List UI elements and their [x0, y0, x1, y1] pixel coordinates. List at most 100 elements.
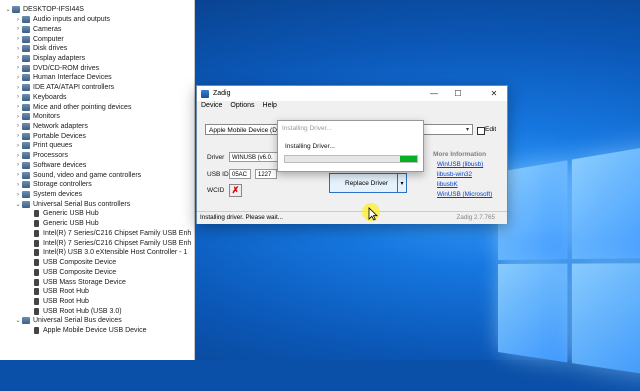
hid-icon — [22, 74, 30, 82]
tree-item[interactable]: › Mice and other pointing devices — [14, 102, 131, 112]
menu-device[interactable]: Device — [197, 101, 226, 113]
install-progress-fill — [399, 156, 417, 162]
expand-chevron-icon[interactable]: › — [14, 85, 22, 91]
tree-item[interactable]: Intel(R) 7 Series/C216 Chipset Family US… — [24, 229, 191, 239]
tree-item[interactable]: USB Root Hub (USB 3.0) — [24, 306, 122, 316]
tree-item[interactable]: Generic USB Hub — [24, 219, 99, 229]
tree-item[interactable]: Intel(R) USB 3.0 eXtensible Host Control… — [24, 248, 187, 258]
link-libusb-win32[interactable]: libusb-win32 — [437, 171, 472, 178]
expand-chevron-icon[interactable]: › — [14, 172, 22, 178]
expand-chevron-icon[interactable]: › — [14, 36, 22, 42]
tree-item-label: IDE ATA/ATAPI controllers — [33, 84, 115, 92]
tree-item-label: Software devices — [33, 161, 87, 169]
usb-icon — [34, 239, 39, 247]
edit-checkbox[interactable] — [477, 127, 485, 135]
expand-chevron-icon[interactable]: › — [14, 133, 22, 139]
expand-chevron-icon[interactable]: › — [14, 104, 22, 110]
tree-item[interactable]: Generic USB Hub — [24, 209, 99, 219]
tree-item[interactable]: › Monitors — [14, 112, 60, 122]
tree-item[interactable]: › Software devices — [14, 161, 86, 171]
tree-item[interactable]: Intel(R) 7 Series/C216 Chipset Family US… — [24, 238, 191, 248]
tree-item[interactable]: USB Mass Storage Device — [24, 277, 126, 287]
expand-chevron-icon[interactable]: › — [14, 65, 22, 71]
zadig-titlebar[interactable]: Zadig — ☐ ✕ — [197, 86, 507, 101]
expand-chevron-icon[interactable]: › — [14, 55, 22, 61]
usb-icon — [34, 220, 39, 228]
tree-item[interactable]: › IDE ATA/ATAPI controllers — [14, 83, 114, 93]
tree-item[interactable]: USB Composite Device — [24, 258, 116, 268]
link-winusb-microsoft[interactable]: WinUSB (Microsoft) — [437, 191, 492, 198]
usbid-label: USB ID — [207, 171, 229, 178]
tree-item[interactable]: › Print queues — [14, 141, 72, 151]
link-libusbk[interactable]: libusbK — [437, 181, 458, 188]
minimize-button[interactable]: — — [423, 86, 445, 101]
replace-driver-button[interactable]: Replace Driver — [329, 173, 404, 193]
expand-chevron-icon[interactable]: › — [14, 26, 22, 32]
close-button[interactable]: ✕ — [483, 86, 505, 101]
tree-item[interactable]: › DVD/CD-ROM drives — [14, 63, 99, 73]
usb-icon — [34, 259, 39, 267]
tree-item[interactable]: › Cameras — [14, 24, 61, 34]
tree-item[interactable]: USB Root Hub — [24, 297, 89, 307]
tree-item[interactable]: USB Composite Device — [24, 267, 116, 277]
sound-icon — [22, 171, 30, 179]
tree-item[interactable]: › Sound, video and game controllers — [14, 170, 141, 180]
usbid-vid-field: 05AC — [229, 169, 251, 179]
tree-item[interactable]: Apple Mobile Device USB Device — [24, 326, 147, 336]
more-information-panel: More Information WinUSB (libusb) libusb-… — [429, 146, 501, 201]
tree-item[interactable]: › Portable Devices — [14, 131, 86, 141]
expand-chevron-icon[interactable]: › — [14, 162, 22, 168]
tree-item-label: Human Interface Devices — [33, 74, 112, 82]
wcid-label: WCID — [207, 187, 225, 194]
tree-item[interactable]: › Storage controllers — [14, 180, 92, 190]
expand-chevron-icon[interactable]: › — [14, 114, 22, 120]
dvd-icon — [22, 64, 30, 72]
tree-item-label: System devices — [33, 191, 83, 199]
chevron-down-icon[interactable]: ▾ — [463, 125, 472, 134]
tree-item[interactable]: › Computer — [14, 34, 64, 44]
replace-driver-split-button[interactable]: ▾ — [397, 173, 407, 193]
expand-chevron-icon[interactable]: › — [14, 94, 22, 100]
tree-item[interactable]: ⌄ DESKTOP-IFSI44S — [4, 5, 84, 15]
expand-chevron-icon[interactable]: ⌄ — [4, 6, 12, 13]
tree-item-label: USB Root Hub — [43, 288, 89, 296]
expand-chevron-icon[interactable]: › — [14, 17, 22, 23]
expand-chevron-icon[interactable]: ⌄ — [14, 201, 22, 208]
expand-chevron-icon[interactable]: ⌄ — [14, 317, 22, 324]
maximize-button[interactable]: ☐ — [447, 86, 469, 101]
expand-chevron-icon[interactable]: › — [14, 192, 22, 198]
link-winusb-libusb[interactable]: WinUSB (libusb) — [437, 161, 483, 168]
tree-item[interactable]: › Disk drives — [14, 44, 67, 54]
tree-item[interactable]: ⌄ Universal Serial Bus controllers — [14, 199, 130, 209]
menu-options[interactable]: Options — [226, 101, 258, 113]
tree-item-label: Generic USB Hub — [43, 220, 99, 228]
expand-chevron-icon[interactable]: › — [14, 46, 22, 52]
tree-item[interactable]: › Processors — [14, 151, 68, 161]
windows-logo-icon — [498, 143, 640, 391]
tree-item-label: Apple Mobile Device USB Device — [43, 327, 147, 335]
tree-item-label: USB Composite Device — [43, 259, 117, 267]
tree-item[interactable]: › Display adapters — [14, 54, 85, 64]
tree-item[interactable]: › Audio inputs and outputs — [14, 15, 110, 25]
tree-item[interactable]: USB Root Hub — [24, 287, 89, 297]
status-bar: Installing driver. Please wait... Zadig … — [197, 211, 507, 224]
tree-item-label: Universal Serial Bus controllers — [33, 200, 131, 208]
usb-icon — [34, 278, 39, 286]
tree-item[interactable]: › Human Interface Devices — [14, 73, 112, 83]
tree-item[interactable]: › Network adapters — [14, 122, 88, 132]
tree-item-label: Storage controllers — [33, 181, 92, 189]
tree-item-label: Cameras — [33, 25, 62, 33]
tree-item-label: Monitors — [33, 113, 60, 121]
expand-chevron-icon[interactable]: › — [14, 75, 22, 81]
expand-chevron-icon[interactable]: › — [14, 153, 22, 159]
tree-item[interactable]: › Keyboards — [14, 92, 66, 102]
expand-chevron-icon[interactable]: › — [14, 143, 22, 149]
menu-help[interactable]: Help — [259, 101, 281, 113]
expand-chevron-icon[interactable]: › — [14, 182, 22, 188]
device-manager-tree: ⌄ DESKTOP-IFSI44S › Audio inputs and output… — [0, 0, 195, 360]
disk-icon — [22, 45, 30, 53]
tree-item-label: Portable Devices — [33, 132, 86, 140]
tree-item[interactable]: › System devices — [14, 190, 82, 200]
tree-item[interactable]: ⌄ Universal Serial Bus devices — [14, 316, 122, 326]
expand-chevron-icon[interactable]: › — [14, 123, 22, 129]
